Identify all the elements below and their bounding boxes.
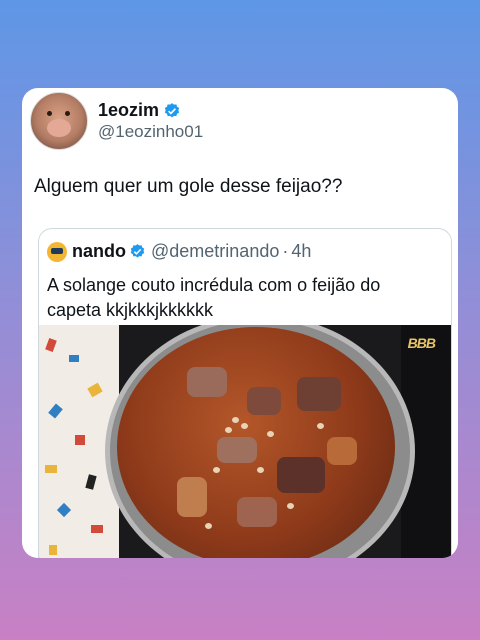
quoted-verified-badge-icon xyxy=(130,244,145,258)
author-info: 1eozim @1eozinho01 xyxy=(98,100,203,142)
avatar[interactable] xyxy=(30,92,88,150)
tweet-text: Alguem quer um gole desse feijao?? xyxy=(34,176,343,197)
quoted-tweet-header: nando @demetrinando · 4h xyxy=(47,241,311,262)
quoted-media-video[interactable]: BBB xyxy=(39,325,451,558)
separator-dot: · xyxy=(282,241,289,261)
bean-stew xyxy=(117,327,395,558)
tweet-header: 1eozim @1eozinho01 xyxy=(30,92,203,150)
bbb-logo: BBB xyxy=(407,335,436,351)
tweet-card[interactable]: 1eozim @1eozinho01 Alguem quer um gole d… xyxy=(22,88,458,558)
user-handle[interactable]: @1eozinho01 xyxy=(98,122,203,142)
quoted-handle[interactable]: @demetrinando xyxy=(151,241,279,262)
display-name[interactable]: 1eozim xyxy=(98,100,159,121)
quoted-display-name[interactable]: nando xyxy=(72,241,126,262)
quoted-avatar[interactable] xyxy=(47,241,67,262)
verified-badge-icon xyxy=(164,102,180,117)
quoted-tweet[interactable]: nando @demetrinando · 4h A solange couto… xyxy=(38,228,452,558)
quoted-timestamp[interactable]: 4h xyxy=(291,241,311,262)
quoted-tweet-text: A solange couto incrédula com o feijão d… xyxy=(47,275,381,320)
